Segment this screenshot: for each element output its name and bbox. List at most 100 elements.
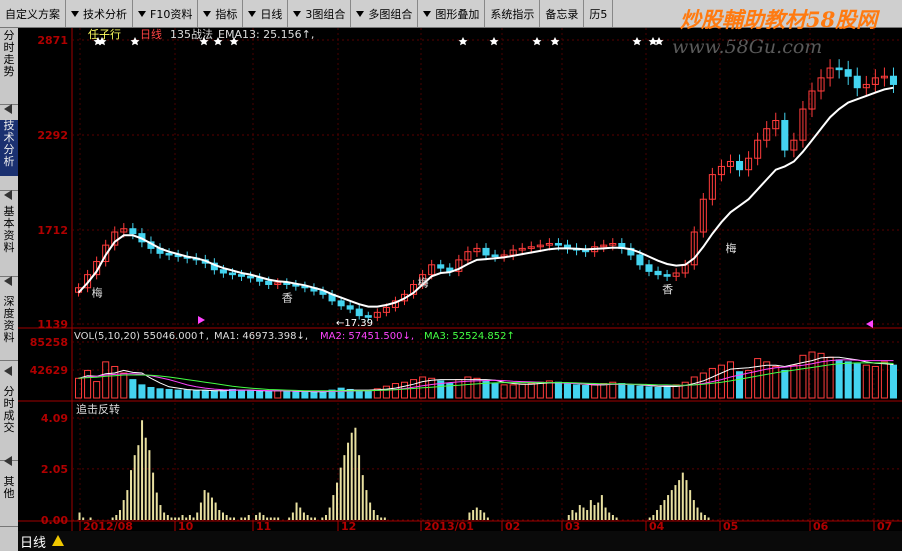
oscillator-bar	[122, 500, 125, 520]
pattern-marker: 香	[282, 291, 293, 304]
volume-bar	[292, 391, 300, 399]
volume-bar	[102, 361, 110, 399]
side-tab-bar: 分时走势技术分析基本资料深度资料分时成交其他	[0, 28, 18, 551]
volume-bar	[147, 386, 155, 399]
side-tab-2[interactable]: 基本资料	[0, 206, 18, 262]
dropdown-arrow-icon[interactable]	[356, 10, 365, 17]
side-tab-4[interactable]: 分时成交	[0, 386, 18, 446]
volume-bar	[274, 390, 282, 399]
oscillator-bar	[130, 470, 133, 520]
oscillator-bar	[600, 495, 603, 520]
oscillator-bar	[685, 480, 688, 520]
price-candles	[75, 59, 898, 322]
vol-ma3: MA3: 52524.852↑	[424, 331, 515, 342]
oscillator-bar	[343, 455, 346, 520]
side-tab-5[interactable]: 其他	[0, 476, 18, 512]
volume-bar	[210, 390, 218, 399]
toolbar-item-label: 日线	[260, 7, 283, 21]
y-axis-labels: 1139 1712 2292 2871 42629 85258 0.00 2.05 4.09	[30, 34, 69, 527]
volume-bar	[301, 391, 309, 399]
candle	[228, 272, 236, 276]
oscillator-bar	[575, 512, 578, 520]
toolbar-item-4[interactable]: 日线	[243, 0, 289, 27]
oscillator-bar	[247, 515, 250, 520]
oscillator-bar	[148, 450, 151, 520]
side-collapse-icon[interactable]	[4, 104, 12, 114]
volume-bar	[591, 384, 599, 399]
oscillator-bar	[350, 432, 353, 520]
volume-bar	[310, 391, 318, 399]
oscillator-bar	[696, 507, 699, 520]
oscillator-bar	[166, 515, 169, 520]
oscillator-bar	[667, 495, 670, 520]
volume-bar	[889, 364, 898, 399]
candle	[237, 274, 246, 277]
oscillator-bar	[152, 472, 155, 520]
oscillator-bar	[365, 490, 368, 520]
volume-bar	[654, 386, 662, 399]
toolbar-item-5[interactable]: 3图组合	[288, 0, 352, 27]
oscillator-bar	[674, 485, 677, 520]
dropdown-arrow-icon[interactable]	[248, 10, 257, 17]
stock-name: 任子行	[88, 28, 121, 41]
oscillator-bar	[78, 512, 81, 520]
candle	[265, 280, 273, 285]
candle	[355, 308, 363, 317]
volume-bar	[871, 365, 879, 399]
toolbar-item-2[interactable]: F10资料	[133, 0, 199, 27]
toolbar-item-8[interactable]: 系统指示	[485, 0, 541, 27]
toolbar-item-3[interactable]: 指标	[198, 0, 244, 27]
toolbar-item-1[interactable]: 技术分析	[66, 0, 133, 27]
volume-bar	[391, 383, 399, 399]
side-collapse-icon[interactable]	[4, 190, 12, 200]
side-tab-0[interactable]: 分时走势	[0, 30, 18, 90]
oscillator-bar	[700, 512, 703, 520]
toolbar-item-10[interactable]: 历5	[584, 0, 614, 27]
candle	[835, 67, 843, 71]
toolbar-item-6[interactable]: 多图组合	[351, 0, 419, 27]
side-tab-3[interactable]: 深度资料	[0, 296, 18, 346]
volume-bar	[835, 359, 843, 399]
side-collapse-icon[interactable]	[4, 366, 12, 376]
oscillator-bar	[218, 510, 221, 520]
dropdown-arrow-icon[interactable]	[138, 10, 146, 17]
toolbar-item-7[interactable]: 图形叠加	[418, 0, 486, 27]
toolbar-item-0[interactable]: 自定义方案	[0, 0, 66, 27]
oscillator-bar	[321, 517, 324, 520]
oscillator-bar	[137, 445, 140, 520]
oscillator-bar	[332, 495, 335, 520]
dropdown-arrow-icon[interactable]	[423, 10, 432, 17]
x-tick-label: 04	[649, 520, 665, 531]
dropdown-arrow-icon[interactable]	[71, 10, 79, 17]
toolbar-item-9[interactable]: 备忘录	[540, 0, 585, 27]
side-tab-divider	[0, 360, 18, 361]
side-collapse-icon[interactable]	[4, 456, 12, 466]
oscillator-bar	[196, 512, 199, 520]
dropdown-arrow-icon[interactable]	[293, 10, 302, 17]
side-tab-1[interactable]: 技术分析	[0, 120, 18, 176]
star-icon	[130, 37, 140, 46]
oscillator-bar	[369, 502, 372, 520]
candle	[219, 269, 227, 274]
volume-bar	[174, 389, 182, 399]
volume-bar	[192, 390, 200, 399]
oscillator-bar	[593, 505, 596, 520]
volume-bar	[880, 361, 888, 399]
candle	[844, 69, 852, 77]
star-icon	[550, 37, 560, 46]
oscillator-bar	[214, 502, 217, 520]
period-triangle-icon[interactable]	[52, 535, 64, 546]
pattern-marker: 梅	[725, 241, 736, 255]
volume-bar	[111, 365, 119, 399]
dropdown-arrow-icon[interactable]	[203, 10, 212, 17]
volume-bar	[364, 390, 372, 399]
pattern-marker: 香	[662, 283, 673, 296]
star-icon	[489, 37, 499, 46]
period-tab-day[interactable]: 日线	[20, 532, 46, 551]
side-tab-divider	[0, 526, 18, 527]
toolbar-item-label: 图形叠加	[435, 7, 480, 21]
volume-bar	[844, 361, 852, 399]
side-collapse-icon[interactable]	[4, 276, 12, 286]
star-icon	[532, 37, 542, 46]
volume-bar	[582, 385, 590, 399]
